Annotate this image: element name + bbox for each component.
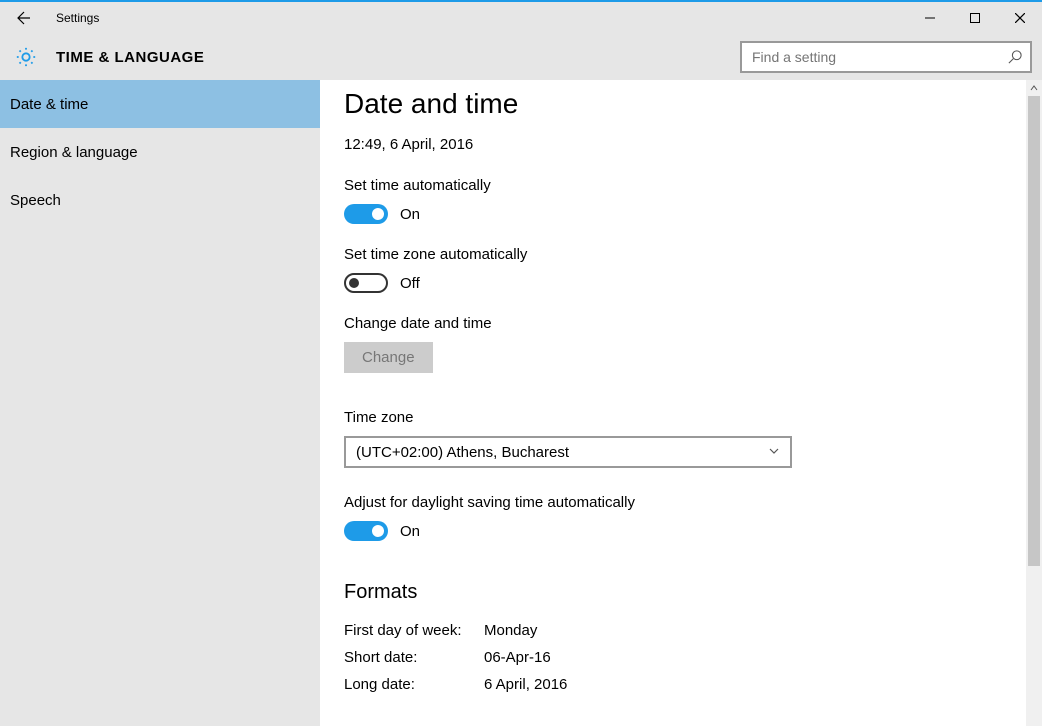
scrollbar[interactable] <box>1026 80 1042 726</box>
settings-window: Settings TIME & LANGUAGE <box>0 0 1042 726</box>
format-key: Long date: <box>344 676 484 693</box>
content: Date and time 12:49, 6 April, 2016 Set t… <box>320 80 1026 726</box>
set-time-auto-label: Set time automatically <box>344 177 1002 194</box>
scroll-thumb[interactable] <box>1028 96 1040 566</box>
toggle-knob <box>372 525 384 537</box>
format-value: 06-Apr-16 <box>484 649 551 666</box>
set-tz-auto-label: Set time zone automatically <box>344 246 1002 263</box>
format-key: First day of week: <box>344 622 484 639</box>
set-tz-auto-toggle[interactable] <box>344 273 388 293</box>
current-datetime: 12:49, 6 April, 2016 <box>344 136 1002 153</box>
set-tz-auto-row: Off <box>344 273 1002 293</box>
minimize-icon <box>925 13 935 23</box>
close-icon <box>1015 13 1025 23</box>
search-box[interactable] <box>740 41 1032 73</box>
minimize-button[interactable] <box>907 3 952 33</box>
format-row: Short date: 06-Apr-16 <box>344 649 1002 666</box>
toggle-knob <box>349 278 359 288</box>
change-button[interactable]: Change <box>344 342 433 373</box>
formats-table: First day of week: Monday Short date: 06… <box>344 622 1002 693</box>
search-input[interactable] <box>742 43 1000 71</box>
search-icon[interactable] <box>1000 50 1030 64</box>
window-controls <box>907 3 1042 33</box>
format-row: First day of week: Monday <box>344 622 1002 639</box>
chevron-down-icon <box>768 444 780 461</box>
change-datetime-label: Change date and time <box>344 315 1002 332</box>
format-value: 6 April, 2016 <box>484 676 567 693</box>
close-button[interactable] <box>997 3 1042 33</box>
category-title: TIME & LANGUAGE <box>56 49 204 66</box>
maximize-icon <box>970 13 980 23</box>
format-row: Long date: 6 April, 2016 <box>344 676 1002 693</box>
dst-state: On <box>400 523 420 540</box>
magnifier-icon <box>1008 50 1022 64</box>
timezone-label: Time zone <box>344 409 1002 426</box>
window-title: Settings <box>56 11 99 25</box>
set-time-auto-toggle[interactable] <box>344 204 388 224</box>
maximize-button[interactable] <box>952 3 997 33</box>
sidebar-item-label: Region & language <box>10 144 138 161</box>
arrow-left-icon <box>16 10 32 26</box>
page-heading: Date and time <box>344 88 1002 120</box>
sidebar-item-speech[interactable]: Speech <box>0 176 320 224</box>
sidebar-item-label: Date & time <box>10 96 88 113</box>
content-wrap: Date and time 12:49, 6 April, 2016 Set t… <box>320 80 1042 726</box>
sidebar-item-label: Speech <box>10 192 61 209</box>
sidebar-item-date-time[interactable]: Date & time <box>0 80 320 128</box>
scroll-up-arrow[interactable] <box>1026 80 1042 96</box>
dst-label: Adjust for daylight saving time automati… <box>344 494 1002 511</box>
set-time-auto-state: On <box>400 206 420 223</box>
body: Date & time Region & language Speech Dat… <box>0 80 1042 726</box>
formats-heading: Formats <box>344 581 1002 604</box>
set-time-auto-row: On <box>344 204 1002 224</box>
dst-row: On <box>344 521 1002 541</box>
gear-icon[interactable] <box>12 43 40 71</box>
gear-svg <box>15 46 37 68</box>
timezone-dropdown[interactable]: (UTC+02:00) Athens, Bucharest <box>344 436 792 468</box>
back-button[interactable] <box>8 2 40 34</box>
timezone-value: (UTC+02:00) Athens, Bucharest <box>356 444 569 461</box>
sidebar: Date & time Region & language Speech <box>0 80 320 726</box>
chevron-up-icon <box>1030 84 1038 92</box>
header-row: TIME & LANGUAGE <box>0 34 1042 80</box>
titlebar: Settings <box>0 2 1042 34</box>
set-tz-auto-state: Off <box>400 275 420 292</box>
dst-toggle[interactable] <box>344 521 388 541</box>
sidebar-item-region-language[interactable]: Region & language <box>0 128 320 176</box>
format-key: Short date: <box>344 649 484 666</box>
toggle-knob <box>372 208 384 220</box>
format-value: Monday <box>484 622 537 639</box>
